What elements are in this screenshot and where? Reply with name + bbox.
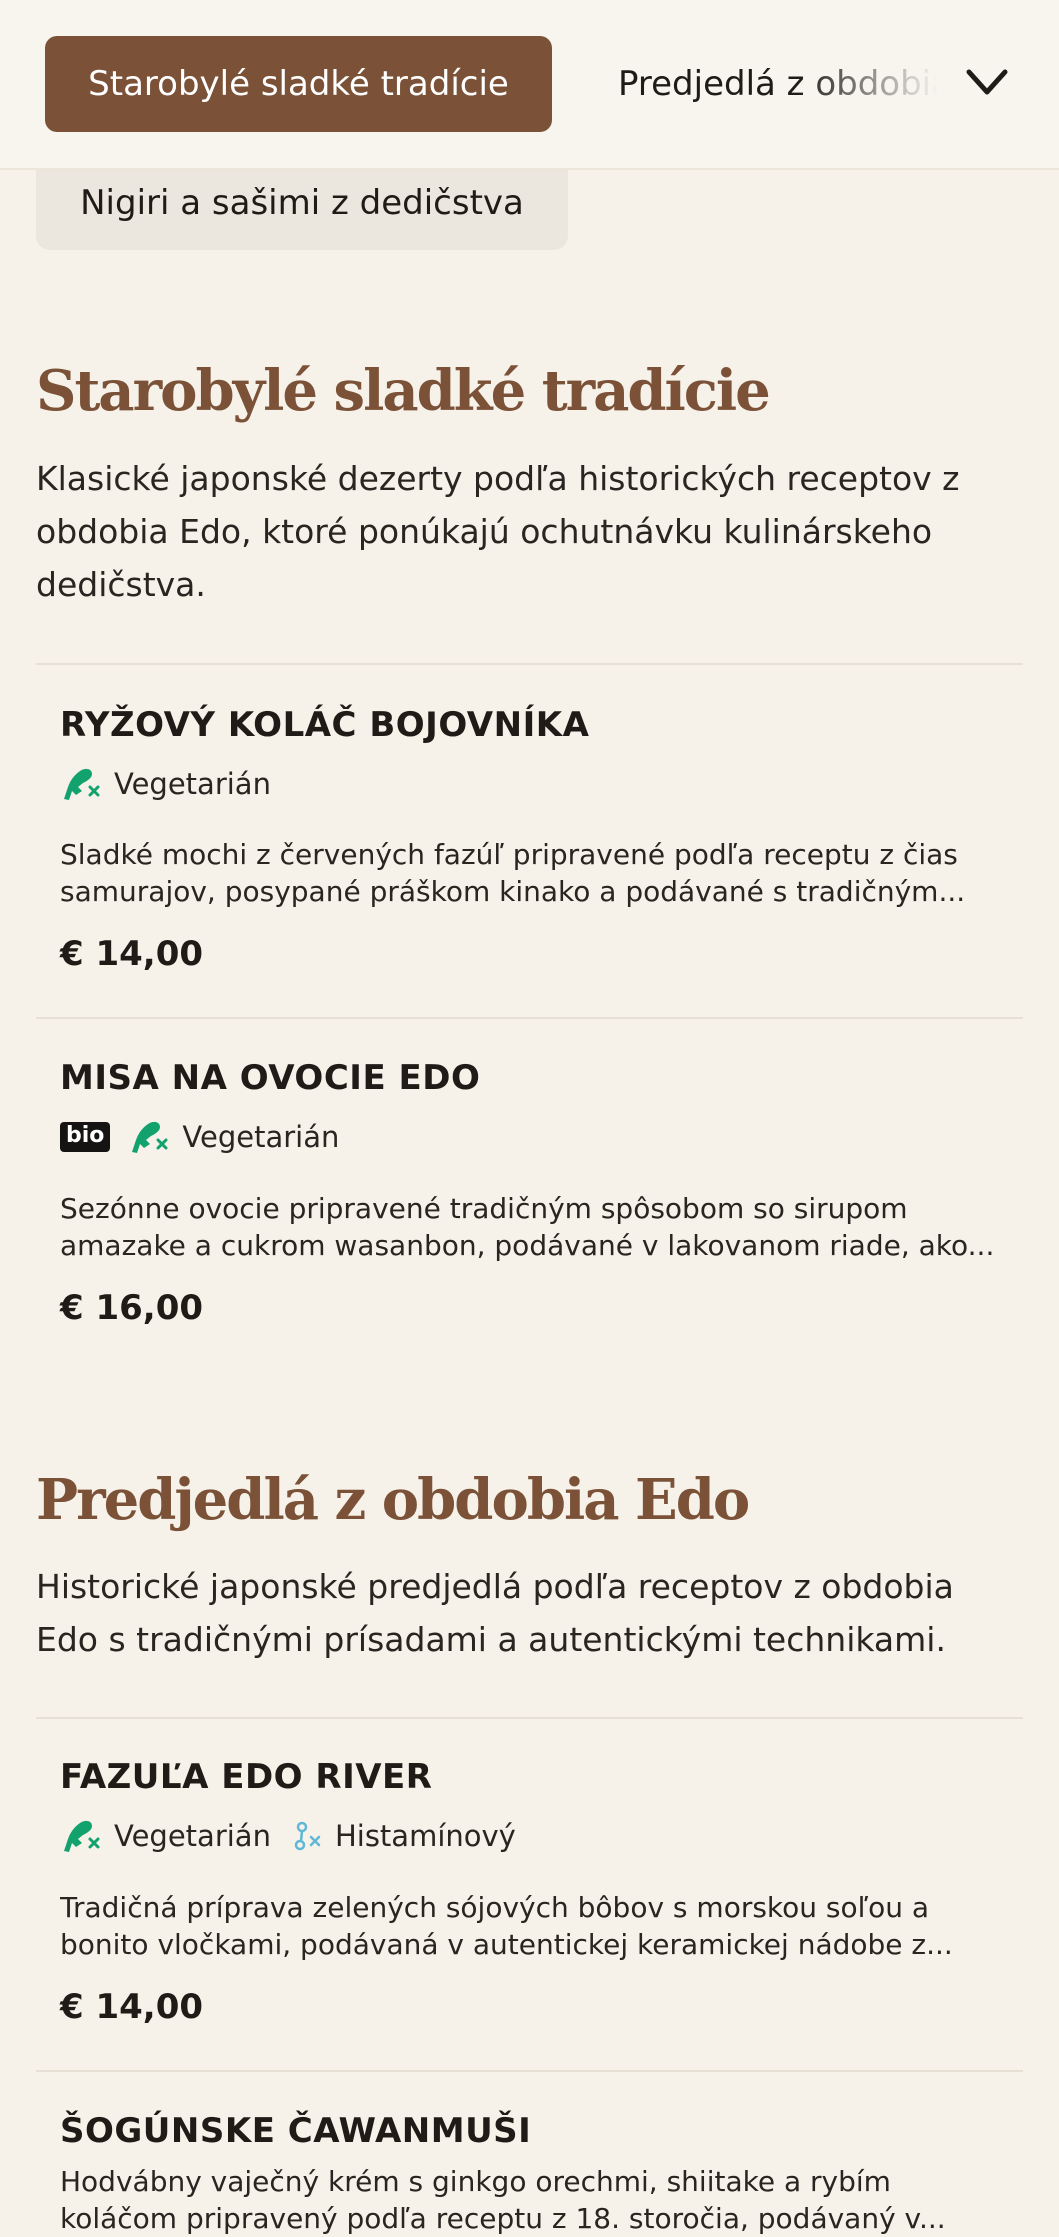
tag-label: Vegetarián [182, 1120, 340, 1154]
tag-vegetarian: Vegetarián [60, 765, 271, 803]
leg-crossed-icon [64, 768, 100, 800]
description-line: Hodvábny vaječný krém s ginkgo orechmi, … [60, 2165, 891, 2198]
category-tab-active[interactable]: Starobylé sladké tradície [45, 36, 552, 132]
menu-item-description: Sladké mochi z červených fazúľ pripraven… [60, 836, 1020, 910]
section-description: Klasické japonské dezerty podľa historic… [36, 459, 960, 604]
section-title: Starobylé sladké tradície [36, 358, 771, 424]
divider [36, 1017, 1023, 1019]
tag-histamine: Histamínový [293, 1819, 516, 1853]
leg-crossed-icon [132, 1121, 168, 1153]
tag-vegetarian: Vegetarián [128, 1118, 339, 1156]
menu-item-name[interactable]: RYŽOVÝ KOLÁČ BOJOVNÍKA [60, 705, 589, 745]
menu-item-tags: Vegetarián Histamínový [60, 1816, 538, 1856]
bio-badge: bio [60, 1122, 111, 1152]
tag-label: Vegetarián [114, 1819, 271, 1853]
description-line: Sladké mochi z červených fazúľ pripraven… [60, 838, 958, 871]
section-description: Historické japonské predjedlá podľa rece… [36, 1567, 954, 1659]
description-line: samurajov, posypané práškom kinako a pod… [60, 875, 966, 908]
description-line: Tradičná príprava zelených sójových bôbo… [60, 1891, 930, 1924]
divider [36, 2070, 1023, 2072]
menu-item-name[interactable]: ŠOGÚNSKE ČAWANMUŠI [60, 2111, 531, 2151]
category-tab-next[interactable]: Predjedlá z obdobia Edo [618, 36, 938, 132]
chevron-down-icon[interactable] [957, 58, 1017, 108]
menu-item-description: Sezónne ovocie pripravené tradičným spôs… [60, 1190, 1020, 1264]
leg-crossed-icon [64, 1820, 100, 1852]
menu-item-price: € 14,00 [60, 934, 204, 974]
description-line: amazake a cukrom wasanbon, podávané v la… [60, 1229, 995, 1262]
menu-item-description: Hodvábny vaječný krém s ginkgo orechmi, … [60, 2163, 1020, 2237]
menu-item-price: € 14,00 [60, 1987, 204, 2027]
tag-label: Vegetarián [114, 767, 271, 801]
description-line: Sezónne ovocie pripravené tradičným spôs… [60, 1192, 908, 1225]
divider [36, 1717, 1023, 1719]
menu-item-name[interactable]: FAZUĽA EDO RIVER [60, 1757, 432, 1797]
menu-item-name[interactable]: MISA NA OVOCIE EDO [60, 1058, 480, 1098]
tag-vegetarian: Vegetarián [60, 1817, 271, 1855]
menu-item-tags: Vegetarián [60, 764, 293, 804]
category-bar: Starobylé sladké tradície Predjedlá z ob… [0, 0, 1059, 170]
scroll-fade [798, 36, 938, 132]
description-line: bonito vločkami, podávaná v autentickej … [60, 1928, 953, 1961]
description-line: koláčom pripravený podľa receptu z 18. s… [60, 2202, 946, 2235]
tag-label: Histamínový [334, 1819, 516, 1853]
section-title: Predjedlá z obdobia Edo [36, 1467, 750, 1533]
menu-item-price: € 16,00 [60, 1288, 204, 1328]
divider [36, 663, 1023, 665]
menu-item-description: Tradičná príprava zelených sójových bôbo… [60, 1889, 1020, 1963]
menu-item-tags: bio Vegetarián [60, 1117, 361, 1157]
molecule-crossed-icon [294, 1821, 321, 1851]
